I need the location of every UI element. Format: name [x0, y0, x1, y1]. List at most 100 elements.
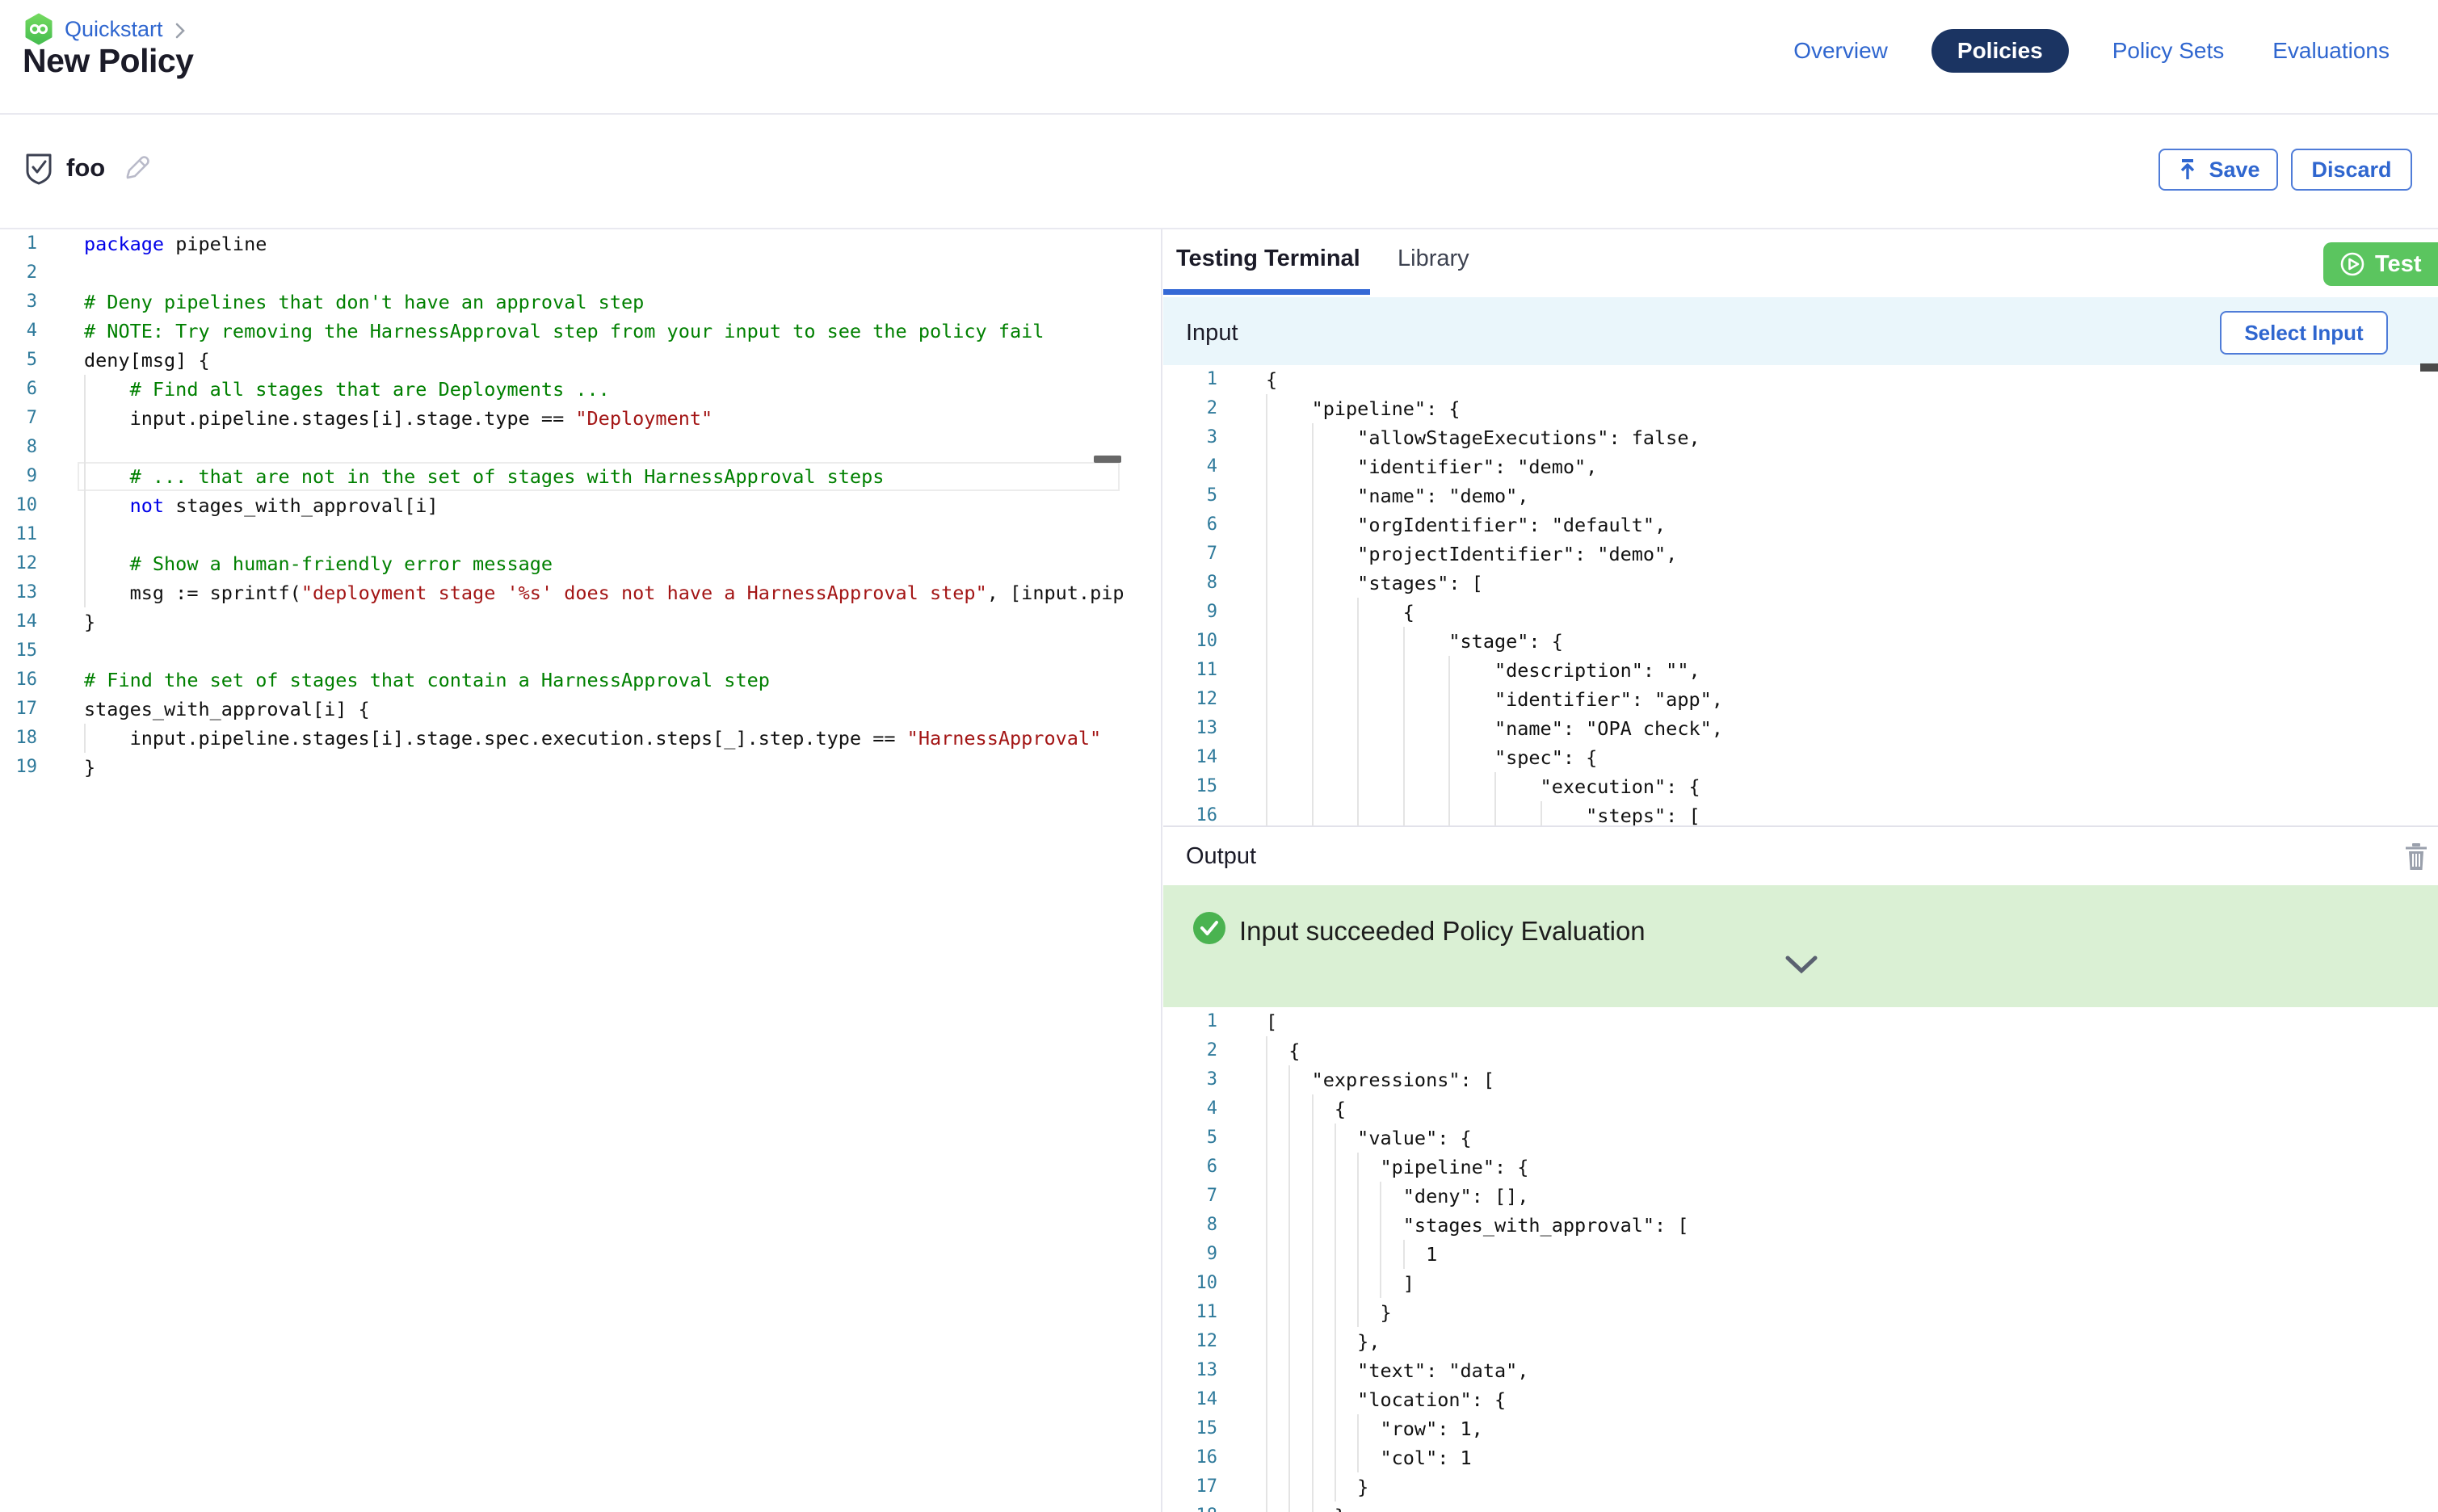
code-line: 5 "name": "demo", [1163, 481, 2438, 510]
panel-divider [1161, 229, 1162, 1512]
select-input-button[interactable]: Select Input [2220, 311, 2388, 355]
line-number: 9 [1163, 598, 1266, 627]
line-number: 14 [1163, 743, 1266, 772]
line-number: 14 [0, 607, 84, 636]
code-line: 2 { [1163, 1036, 2438, 1065]
line-number: 13 [1163, 1356, 1266, 1385]
nav-overview[interactable]: Overview [1789, 30, 1893, 72]
line-number: 4 [0, 317, 84, 346]
code-line: 16# Find the set of stages that contain … [0, 666, 1123, 695]
line-number: 12 [0, 549, 84, 578]
code-line: 16 "steps": [ [1163, 801, 2438, 825]
tab-testing-terminal[interactable]: Testing Terminal [1176, 246, 1360, 272]
top-nav: Overview Policies Policy Sets Evaluation… [1789, 29, 2394, 73]
line-number: 5 [1163, 1124, 1266, 1153]
line-number: 4 [1163, 1094, 1266, 1124]
chevron-down-icon[interactable] [1784, 955, 1818, 980]
line-number: 2 [1163, 394, 1266, 423]
breadcrumb: Quickstart [24, 13, 186, 45]
active-tab-underline [1163, 289, 1370, 295]
code-line: 13 "text": "data", [1163, 1356, 2438, 1385]
play-icon [2339, 251, 2365, 277]
code-line: 11 [0, 520, 1123, 549]
code-line: 12 # Show a human-friendly error message [0, 549, 1123, 578]
line-number: 5 [0, 346, 84, 375]
harness-logo-icon [24, 13, 53, 45]
line-number: 4 [1163, 452, 1266, 481]
breadcrumb-link-quickstart[interactable]: Quickstart [65, 17, 163, 42]
code-line: 19} [0, 753, 1123, 782]
line-number: 3 [1163, 1065, 1266, 1094]
code-line: 17stages_with_approval[i] { [0, 695, 1123, 724]
code-line: 7 "deny": [], [1163, 1182, 2438, 1211]
test-button[interactable]: Test [2323, 242, 2438, 286]
output-label: Output [1163, 843, 1256, 870]
line-number: 15 [1163, 772, 1266, 801]
edit-pencil-icon[interactable] [121, 152, 152, 183]
code-line: 10 "stage": { [1163, 627, 2438, 656]
code-line: 10 not stages_with_approval[i] [0, 491, 1123, 520]
line-number: 19 [0, 753, 84, 782]
shield-check-icon [24, 152, 53, 190]
line-number: 17 [0, 695, 84, 724]
line-number: 7 [1163, 540, 1266, 569]
line-number: 6 [1163, 510, 1266, 540]
output-section-header: Output [1163, 825, 2438, 885]
code-line: 7 input.pipeline.stages[i].stage.type ==… [0, 404, 1123, 433]
code-line: 5deny[msg] { [0, 346, 1123, 375]
line-number: 3 [0, 288, 84, 317]
input-label: Input [1163, 320, 1238, 346]
output-json-editor[interactable]: 1[2 {3 "expressions": [4 {5 "value": {6 … [1163, 1007, 2438, 1512]
save-button[interactable]: Save [2158, 149, 2278, 191]
code-line: 3# Deny pipelines that don't have an app… [0, 288, 1123, 317]
trash-icon[interactable] [2402, 842, 2430, 876]
code-line: 14 "location": { [1163, 1385, 2438, 1414]
policy-name: foo [66, 153, 105, 183]
code-line: 7 "projectIdentifier": "demo", [1163, 540, 2438, 569]
line-number: 10 [1163, 1269, 1266, 1298]
code-line: 13 msg := sprintf("deployment stage '%s'… [0, 578, 1123, 607]
discard-button[interactable]: Discard [2291, 149, 2412, 191]
input-overview-ruler-mark [2420, 363, 2438, 372]
nav-evaluations[interactable]: Evaluations [2268, 30, 2394, 72]
code-line: 9 { [1163, 598, 2438, 627]
line-number: 5 [1163, 481, 1266, 510]
line-number: 13 [1163, 714, 1266, 743]
line-number: 12 [1163, 1327, 1266, 1356]
line-number: 18 [1163, 1502, 1266, 1512]
line-number: 3 [1163, 423, 1266, 452]
code-line: 6 "pipeline": { [1163, 1153, 2438, 1182]
nav-policies[interactable]: Policies [1931, 29, 2069, 73]
line-number: 6 [1163, 1153, 1266, 1182]
evaluation-result-banner: Input succeeded Policy Evaluation [1163, 885, 2438, 1011]
line-number: 2 [1163, 1036, 1266, 1065]
line-number: 10 [1163, 627, 1266, 656]
input-json-editor[interactable]: 1{2 "pipeline": {3 "allowStageExecutions… [1163, 365, 2438, 825]
line-number: 9 [0, 462, 84, 491]
code-line: 3 "allowStageExecutions": false, [1163, 423, 2438, 452]
code-line: 10 ] [1163, 1269, 2438, 1298]
line-number: 8 [1163, 569, 1266, 598]
code-line: 9 1 [1163, 1240, 2438, 1269]
line-number: 2 [0, 258, 84, 288]
tab-library[interactable]: Library [1398, 246, 1469, 272]
line-number: 13 [0, 578, 84, 607]
line-number: 8 [0, 433, 84, 462]
overview-ruler-cursor-mark [1094, 456, 1121, 463]
upload-icon [2176, 158, 2199, 182]
line-number: 10 [0, 491, 84, 520]
code-line: 18 } [1163, 1502, 2438, 1512]
line-number: 1 [0, 229, 84, 258]
check-circle-icon [1192, 911, 1226, 949]
code-line: 6 # Find all stages that are Deployments… [0, 375, 1123, 404]
line-number: 15 [0, 636, 84, 666]
policy-editor-page: Quickstart New Policy Overview Policies … [0, 0, 2438, 1512]
save-label: Save [2209, 158, 2259, 183]
policy-code-editor[interactable]: 1package pipeline23# Deny pipelines that… [0, 229, 1123, 1512]
line-number: 1 [1163, 1007, 1266, 1036]
code-line: 4 "identifier": "demo", [1163, 452, 2438, 481]
banner-message: Input succeeded Policy Evaluation [1239, 916, 1646, 947]
code-line: 16 "col": 1 [1163, 1443, 2438, 1472]
nav-policy-sets[interactable]: Policy Sets [2108, 30, 2230, 72]
line-number: 1 [1163, 365, 1266, 394]
